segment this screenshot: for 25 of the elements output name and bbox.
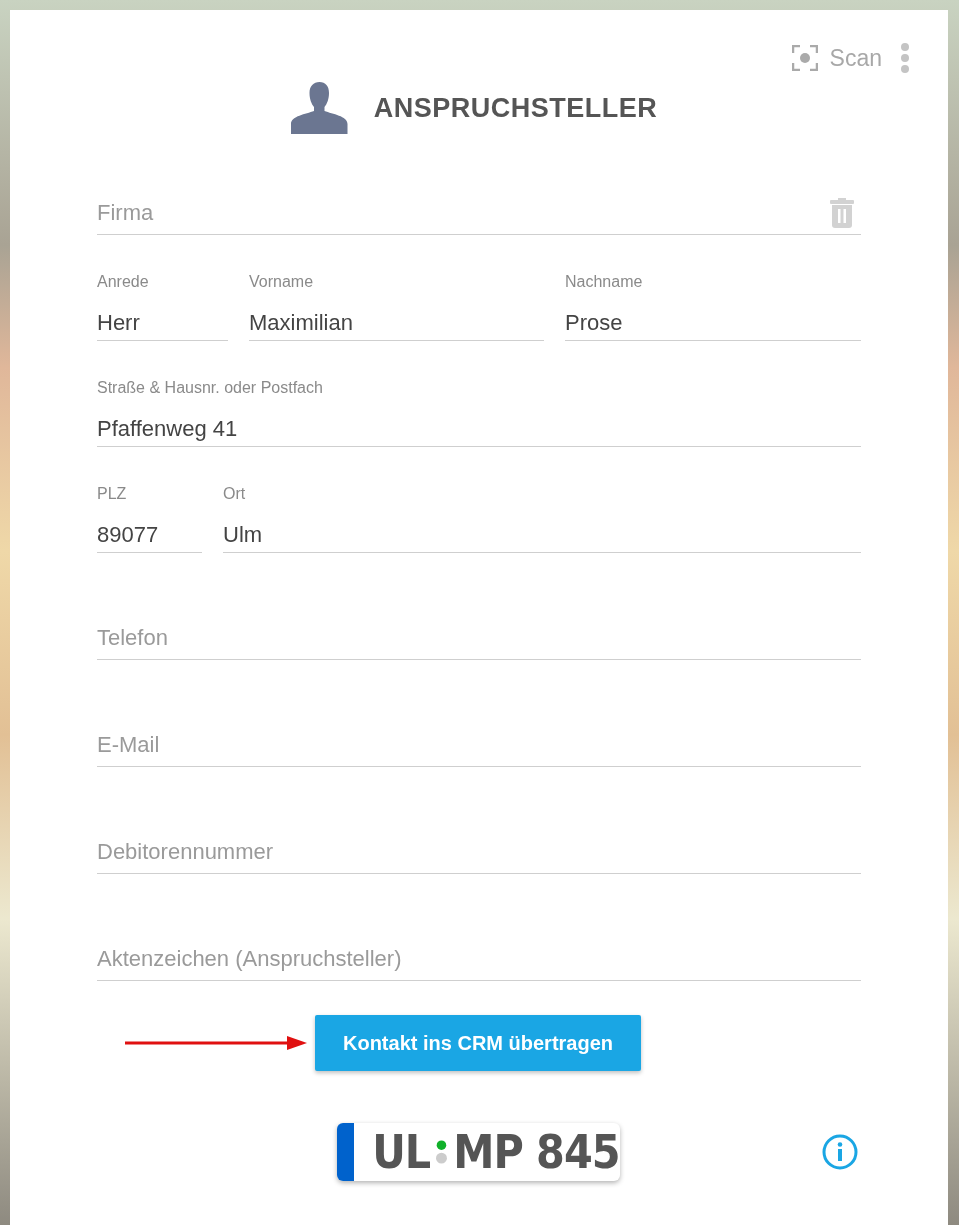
- scan-icon: [791, 45, 818, 71]
- input-field[interactable]: 89077: [97, 517, 202, 553]
- input-field[interactable]: Pfaffenweg 41: [97, 411, 861, 447]
- input-field[interactable]: Telefon: [97, 616, 861, 660]
- trash-icon[interactable]: [829, 198, 855, 228]
- field-label: Vorname: [249, 272, 315, 292]
- info-icon[interactable]: [822, 1134, 858, 1170]
- field-label: Ort: [223, 484, 247, 504]
- person-icon: [290, 82, 348, 134]
- input-field[interactable]: Herr: [97, 305, 228, 341]
- field-label: PLZ: [97, 484, 128, 504]
- field-label: Straße & Hausnr. oder Postfach: [97, 378, 324, 398]
- more-icon[interactable]: [900, 43, 910, 73]
- input-field[interactable]: Ulm: [223, 517, 861, 553]
- eu-band: [336, 1123, 355, 1181]
- field-label: Nachname: [565, 272, 644, 292]
- section-title: ANSPRUCHSTELLER: [373, 91, 658, 125]
- input-field[interactable]: Prose: [565, 305, 861, 341]
- input-field[interactable]: E-Mail: [97, 723, 861, 767]
- input-field[interactable]: Aktenzeichen (Anspruchsteller): [97, 937, 861, 981]
- input-field[interactable]: Debitorennummer: [97, 830, 861, 874]
- field-label: Anrede: [97, 272, 150, 292]
- input-field[interactable]: Maximilian: [249, 305, 544, 341]
- plate-text: UL: [372, 1129, 431, 1175]
- plate-text: MP 845: [453, 1129, 620, 1175]
